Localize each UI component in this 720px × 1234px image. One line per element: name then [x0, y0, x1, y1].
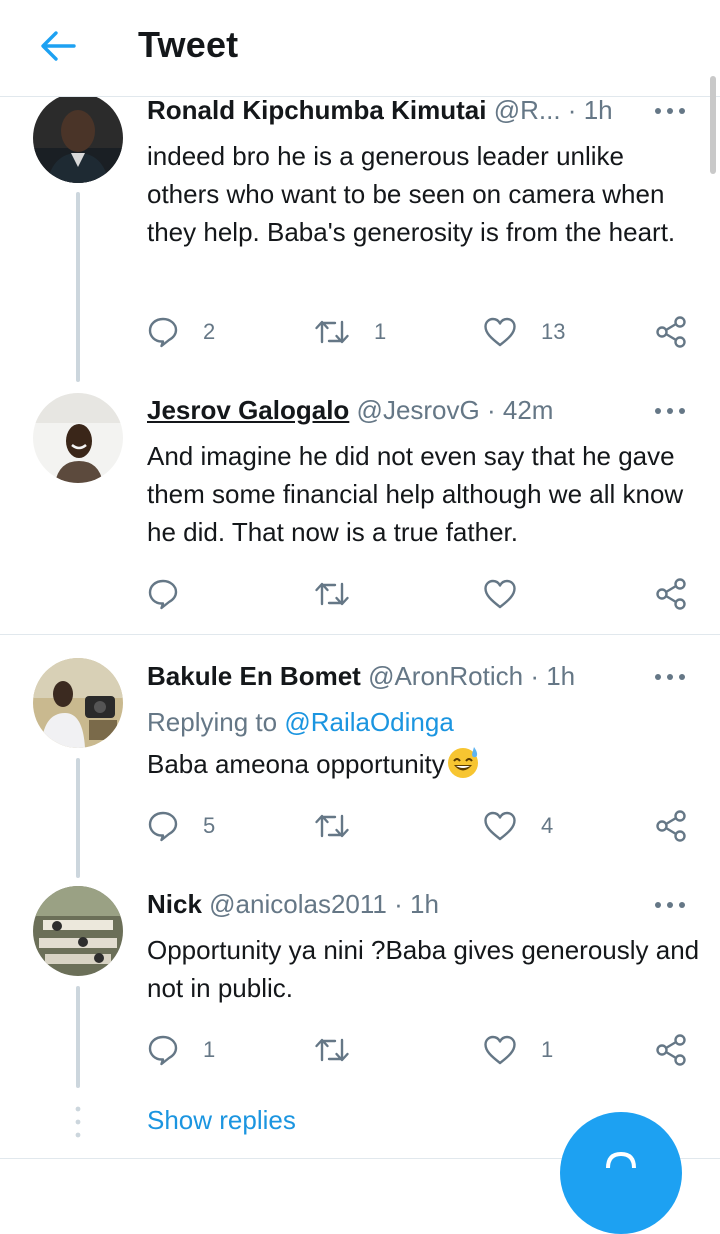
- page-title: Tweet: [138, 24, 239, 65]
- avatar[interactable]: [33, 886, 123, 976]
- username: @anicolas2011: [209, 889, 387, 919]
- reply-button[interactable]: 1: [147, 1030, 215, 1070]
- reply-icon: [148, 1035, 178, 1066]
- share-icon: [656, 1034, 686, 1066]
- timestamp: 1h: [410, 889, 439, 919]
- more-icon: [655, 902, 685, 908]
- display-name[interactable]: Nick: [147, 889, 202, 919]
- scrollbar[interactable]: [710, 76, 716, 174]
- tweet[interactable]: Nick @anicolas2011 · 1h Opportunity ya n…: [0, 0, 720, 1100]
- heart-icon: [484, 1035, 516, 1065]
- share-button[interactable]: [654, 1030, 688, 1070]
- tweet-text: Opportunity ya nini ?Baba gives generous…: [147, 935, 700, 1003]
- more-options-button[interactable]: [652, 895, 688, 915]
- compose-icon: [606, 1151, 636, 1169]
- retweet-button[interactable]: [314, 1030, 350, 1070]
- tweet-author-line: Nick @anicolas2011 · 1h: [147, 889, 439, 919]
- reply-count: 1: [203, 1037, 216, 1062]
- thread-continuation-dots: [75, 1106, 81, 1140]
- arrow-left-icon: [41, 31, 76, 61]
- back-button[interactable]: [38, 28, 78, 64]
- like-button[interactable]: 1: [483, 1030, 553, 1070]
- thread-line: [76, 986, 80, 1088]
- compose-tweet-button[interactable]: [560, 1112, 682, 1234]
- like-count: 1: [541, 1037, 554, 1062]
- retweet-icon: [315, 1038, 349, 1062]
- show-replies-link[interactable]: Show replies: [147, 1105, 296, 1136]
- top-app-bar: Tweet: [0, 0, 720, 97]
